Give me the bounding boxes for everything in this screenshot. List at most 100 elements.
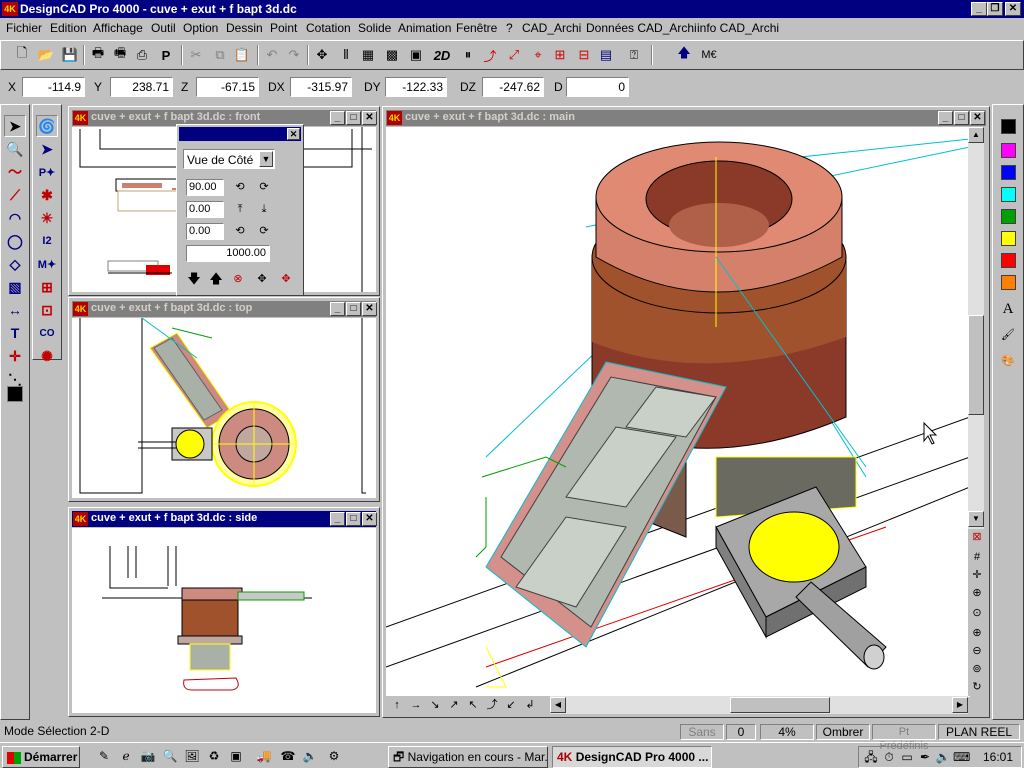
top-view-canvas[interactable] (72, 318, 376, 498)
status-sans[interactable]: Sans (680, 724, 724, 740)
view-pan-icon[interactable]: ✥ (253, 271, 271, 287)
main-vertical-scrollbar[interactable]: ▲ ▼ ⊠ # ✛ ⊕ ⊙ ⊕ ⊖ ⊚ ↻ (968, 127, 984, 696)
main-minimize-button[interactable]: _ (938, 111, 953, 125)
color-swatch-magenta[interactable] (1001, 143, 1016, 158)
select-arrow-icon[interactable]: ➤ (4, 115, 26, 137)
main-horizontal-scrollbar[interactable]: ↑ → ↘ ↗ ↖ ⤴ ↙ ↲ ◀ ▶ (386, 696, 968, 714)
menu-option[interactable]: Option (183, 21, 218, 35)
top-maximize-button[interactable]: □ (346, 302, 361, 316)
view-select[interactable]: Vue de Côté ▼ (183, 149, 275, 169)
side-close-button[interactable]: ✕ (362, 512, 377, 526)
menu-animation[interactable]: Animation (398, 21, 451, 35)
zoom-icon[interactable]: 🔍 (4, 138, 26, 160)
quicklaunch-truck-icon[interactable]: 🚚 (256, 748, 272, 764)
top-close-button[interactable]: ✕ (362, 302, 377, 316)
restore-button[interactable]: ❐ (987, 2, 1003, 16)
status-ombrer[interactable]: Ombrer (816, 724, 870, 740)
dy-field[interactable]: -122.33 (385, 77, 447, 97)
top-minimize-button[interactable]: _ (330, 302, 345, 316)
redo-icon[interactable]: ↷ (283, 44, 305, 66)
tray-network-icon[interactable]: 🖧 (863, 749, 879, 765)
angle3-field[interactable]: 0.00 (186, 223, 224, 240)
dir-up-icon[interactable]: ↑ (388, 697, 406, 713)
open-folder-icon[interactable]: 📂 (35, 44, 57, 66)
menu-outil[interactable]: Outil (151, 21, 176, 35)
z-field[interactable]: -67.15 (196, 77, 259, 97)
page-setup-icon[interactable]: P (155, 44, 177, 66)
tray-volume-icon[interactable]: 🔊 (935, 749, 951, 765)
rotate-z-right-icon[interactable]: ⟳ (255, 223, 273, 239)
quicklaunch-search-icon[interactable]: 🔍 (162, 748, 178, 764)
snap-icon[interactable]: ⤴ (479, 44, 501, 66)
zoom-window-icon[interactable]: ⊕ (968, 585, 986, 601)
d-field[interactable]: 0 (566, 77, 629, 97)
dir-right-icon[interactable]: → (407, 697, 425, 713)
status-plan[interactable]: PLAN REEL (938, 724, 1020, 740)
layer-icon[interactable]: ▤ (595, 44, 617, 66)
zoom-extents-icon[interactable]: ⊠ (968, 529, 986, 545)
window-side[interactable]: 4K cuve + exut + f bapt 3d.dc : side _ □… (68, 507, 380, 717)
menu-solide[interactable]: Solide (358, 21, 391, 35)
front-close-button[interactable]: ✕ (362, 111, 377, 125)
tray-monitor-icon[interactable]: ▭ (899, 749, 915, 765)
move-up-icon[interactable]: 🡅 (207, 271, 225, 287)
menu-cotation[interactable]: Cotation (306, 21, 351, 35)
print-preview-icon[interactable]: 🖷 (109, 44, 131, 66)
y-field[interactable]: 238.71 (110, 77, 173, 97)
hatch-icon[interactable]: ▧ (4, 276, 26, 298)
window-side-titlebar[interactable]: 4K cuve + exut + f bapt 3d.dc : side _ □… (72, 511, 377, 527)
quicklaunch-refresh-icon[interactable]: ♻ (206, 748, 222, 764)
point-burst-icon[interactable]: ✺ (36, 345, 58, 367)
save-icon[interactable]: 💾 (59, 44, 81, 66)
view-render-icon[interactable]: ▣ (405, 44, 427, 66)
plot-icon[interactable]: ⎙ (131, 44, 153, 66)
quicklaunch-ie-icon[interactable]: ℯ (118, 748, 134, 764)
cut-icon[interactable]: ✂ (185, 44, 207, 66)
paste-icon[interactable]: 📋 (231, 44, 253, 66)
color-swatch-blue[interactable] (1001, 165, 1016, 180)
zoom-move-icon[interactable]: ✛ (968, 567, 986, 583)
quicklaunch-edit-icon[interactable]: ✎ (96, 748, 112, 764)
point-p-icon[interactable]: P✦ (36, 161, 58, 183)
context-help-icon[interactable]: ⍰ (623, 44, 645, 66)
grid-toggle-icon[interactable]: # (968, 549, 986, 565)
menu-edition[interactable]: Edition (50, 21, 87, 35)
extra-button[interactable]: M€ (697, 44, 721, 66)
dir-up-right-icon[interactable]: ↗ (445, 697, 463, 713)
view-center-icon[interactable]: ✥ (277, 271, 295, 287)
selection-box-icon[interactable]: ⊞ (549, 44, 571, 66)
status-pt-predefinis[interactable]: Pt Prédéfinis (872, 724, 936, 752)
new-file-icon[interactable]: 🗋 (11, 44, 33, 66)
view-2d-split-icon[interactable]: ⏸ (457, 44, 479, 66)
scroll-left-icon[interactable]: ◀ (550, 697, 566, 713)
dir-left-down-icon[interactable]: ↲ (521, 697, 539, 713)
tray-clock-app-icon[interactable]: ⏱ (881, 749, 897, 765)
dimension-icon[interactable]: ↔ (4, 299, 26, 321)
pan-icon[interactable]: ✥ (311, 44, 333, 66)
menu-info-cad-archi[interactable]: info CAD_Archi (697, 21, 779, 35)
task-designcad[interactable]: 4K DesignCAD Pro 4000 ... (552, 746, 712, 768)
print-icon[interactable]: 🖶 (87, 44, 109, 66)
color-swatch-green[interactable] (1001, 209, 1016, 224)
line-icon[interactable]: ⟋ (4, 184, 26, 206)
group-icon[interactable]: ⊟ (573, 44, 595, 66)
handles-icon[interactable]: ⌖ (527, 44, 549, 66)
window-main[interactable]: 4K cuve + exut + f bapt 3d.dc : main _ □… (382, 106, 990, 718)
dir-rotate-icon[interactable]: ⤴ (483, 697, 501, 713)
horizontal-scroll-thumb[interactable] (730, 697, 830, 713)
menu-fenetre[interactable]: Fenêtre (456, 21, 497, 35)
arc-icon[interactable]: ◠ (4, 207, 26, 229)
circle-icon[interactable]: ◯ (4, 230, 26, 252)
distance-field[interactable]: 1000.00 (186, 245, 270, 262)
polyline-icon[interactable]: 〜 (4, 161, 26, 183)
point-i-icon[interactable]: ✳ (36, 207, 58, 229)
text-tool-icon[interactable]: T (4, 322, 26, 344)
angle2-field[interactable]: 0.00 (186, 201, 224, 218)
start-button[interactable]: Démarrer (2, 746, 80, 768)
dir-down-right-icon[interactable]: ↘ (426, 697, 444, 713)
tray-device-icon[interactable]: ⌨ (953, 749, 970, 765)
pointer-select-icon[interactable]: ➤ (36, 138, 58, 160)
main-3d-canvas[interactable] (386, 127, 970, 697)
dx-field[interactable]: -315.97 (290, 77, 352, 97)
snap-point-icon[interactable]: ⤢ (503, 44, 525, 66)
